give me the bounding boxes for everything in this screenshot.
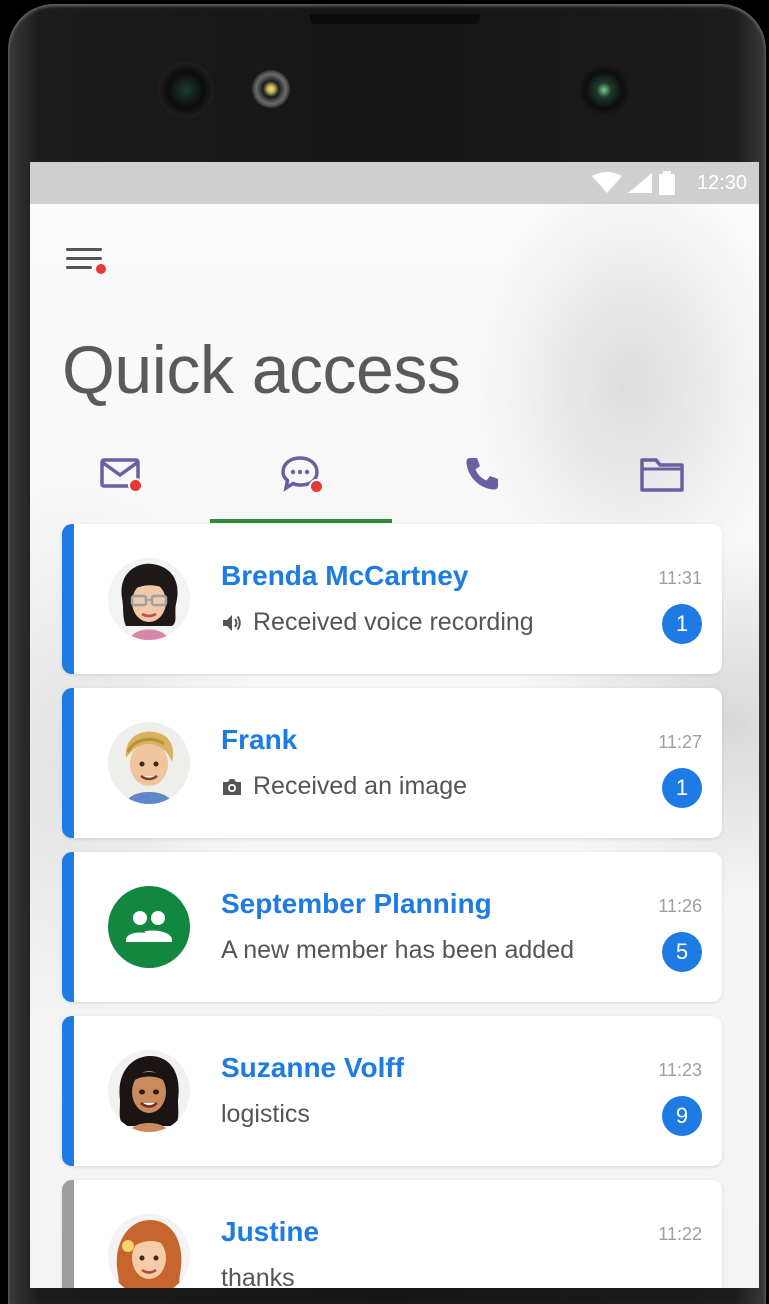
message-time: 11:26 bbox=[658, 896, 702, 916]
preview-text: A new member has been added bbox=[221, 936, 575, 964]
status-bar: 12:30 bbox=[30, 162, 759, 204]
menu-notification-dot bbox=[96, 264, 106, 274]
page-title: Quick access bbox=[62, 332, 461, 408]
speaker-icon bbox=[223, 614, 241, 631]
active-tab-indicator bbox=[210, 519, 392, 523]
unread-badge: 9 bbox=[662, 1096, 702, 1136]
avatar bbox=[108, 722, 190, 804]
notification-dot bbox=[309, 479, 324, 494]
tab-phone[interactable] bbox=[392, 444, 572, 522]
message-preview: A new member has been added bbox=[221, 936, 574, 965]
tab-bar bbox=[30, 444, 759, 524]
avatar-frank bbox=[108, 722, 190, 804]
tab-mail[interactable] bbox=[30, 444, 210, 522]
tab-files[interactable] bbox=[570, 444, 750, 522]
preview-text: Received voice recording bbox=[253, 608, 534, 636]
avatar bbox=[108, 886, 190, 968]
conversation-item[interactable]: Suzanne Volff logistics 11:23 9 bbox=[62, 1016, 722, 1166]
message-time: 11:31 bbox=[658, 568, 702, 588]
message-preview: Received voice recording bbox=[221, 608, 534, 637]
message-time: 11:23 bbox=[658, 1060, 702, 1080]
status-time: 12:30 bbox=[696, 172, 747, 194]
notification-dot bbox=[128, 478, 143, 493]
unread-badge: 5 bbox=[662, 932, 702, 972]
group-icon bbox=[126, 911, 172, 942]
unread-badge: 1 bbox=[662, 604, 702, 644]
camera-icon bbox=[223, 778, 241, 795]
front-camera-icon bbox=[252, 70, 290, 108]
unread-badge: 1 bbox=[662, 768, 702, 808]
message-preview: Received an image bbox=[221, 772, 467, 801]
signal-icon bbox=[628, 173, 652, 193]
contact-name: Frank bbox=[221, 724, 298, 755]
menu-bar bbox=[66, 248, 102, 251]
conversation-item[interactable]: Justine thanks 11:22 bbox=[62, 1180, 722, 1288]
proximity-sensor-icon bbox=[578, 64, 630, 116]
avatar bbox=[108, 1214, 190, 1288]
tab-chat[interactable] bbox=[210, 444, 390, 522]
menu-button[interactable] bbox=[66, 246, 106, 278]
conversation-item[interactable]: Frank Received an image 11:27 1 bbox=[62, 688, 722, 838]
avatar-suzanne bbox=[108, 1050, 190, 1132]
contact-name: Suzanne Volff bbox=[221, 1052, 405, 1083]
avatar bbox=[108, 1050, 190, 1132]
avatar-brenda bbox=[108, 558, 190, 640]
avatar bbox=[108, 558, 190, 640]
wifi-icon bbox=[592, 172, 622, 193]
conversation-item[interactable]: Brenda McCartney Received voice recordin… bbox=[62, 524, 722, 674]
message-preview: logistics bbox=[221, 1100, 310, 1129]
contact-name: Justine bbox=[221, 1216, 320, 1247]
phone-icon bbox=[466, 458, 498, 490]
battery-icon bbox=[659, 171, 675, 195]
conversation-item[interactable]: September Planning A new member has been… bbox=[62, 852, 722, 1002]
app-screen: 12:30 Quick access Brenda McCartney Rece… bbox=[30, 162, 759, 1288]
message-preview: thanks bbox=[221, 1264, 295, 1288]
avatar-justine bbox=[108, 1214, 190, 1288]
sensor-icon bbox=[158, 62, 214, 118]
contact-name: Brenda McCartney bbox=[221, 560, 469, 591]
preview-text: thanks bbox=[221, 1264, 295, 1288]
status-icons bbox=[591, 171, 677, 195]
menu-bar bbox=[66, 257, 102, 260]
speaker-grille bbox=[310, 14, 480, 24]
folder-icon bbox=[640, 458, 684, 492]
contact-name: September Planning bbox=[221, 888, 492, 919]
preview-text: logistics bbox=[221, 1100, 310, 1128]
menu-bar bbox=[66, 266, 92, 269]
message-time: 11:27 bbox=[658, 732, 702, 752]
preview-text: Received an image bbox=[253, 772, 468, 800]
message-time: 11:22 bbox=[658, 1224, 702, 1244]
